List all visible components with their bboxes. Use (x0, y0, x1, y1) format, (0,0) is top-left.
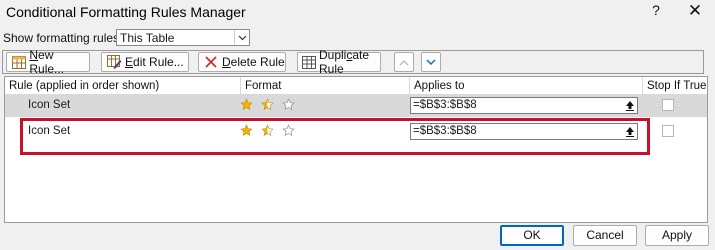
stop-if-true-checkbox[interactable] (662, 125, 674, 137)
highlight-annotation-box (20, 118, 650, 155)
new-rule-button[interactable]: New Rule... (6, 48, 90, 76)
move-rule-up-button[interactable] (394, 52, 414, 72)
duplicate-rule-icon (302, 54, 316, 70)
applies-to-input[interactable]: =$B$3:$B$8 (410, 97, 638, 114)
edit-rule-label: Edit Rule... (125, 55, 184, 69)
delete-rule-button[interactable]: Delete Rule (198, 52, 286, 72)
ok-button[interactable]: OK (500, 225, 564, 246)
duplicate-rule-button[interactable]: Duplicate Rule (297, 48, 381, 76)
column-header-format: Format (241, 77, 410, 95)
table-row[interactable]: Icon Set =$B$3:$B$8 (5, 95, 707, 117)
show-rules-for-value: This Table (120, 31, 175, 45)
cancel-button[interactable]: Cancel (573, 225, 637, 246)
rules-grid: Rule (applied in order shown) Format App… (4, 76, 708, 223)
column-header-applies-to: Applies to (410, 77, 643, 95)
title-bar: Conditional Formatting Rules Manager ? ✕ (0, 0, 715, 24)
edit-rule-icon (106, 54, 122, 70)
column-header-rule: Rule (applied in order shown) (5, 77, 241, 95)
star-icon (261, 98, 274, 110)
chevron-up-icon (399, 55, 409, 69)
star-icon (240, 98, 253, 110)
duplicate-rule-label: Duplicate Rule (319, 48, 370, 76)
move-rule-down-button[interactable] (421, 52, 441, 72)
rules-grid-header: Rule (applied in order shown) Format App… (5, 77, 707, 95)
format-preview (240, 98, 295, 111)
rule-name: Icon Set (28, 99, 71, 111)
delete-rule-label: Delete Rule (222, 55, 285, 69)
star-icon (282, 98, 295, 111)
show-rules-for-select[interactable]: This Table (116, 29, 250, 46)
apply-button[interactable]: Apply (645, 225, 709, 246)
applies-to-value: =$B$3:$B$8 (413, 99, 477, 111)
new-rule-icon (11, 54, 26, 70)
help-icon[interactable]: ? (649, 2, 663, 20)
edit-rule-button[interactable]: Edit Rule... (101, 52, 189, 72)
dialog-title: Conditional Formatting Rules Manager (6, 4, 246, 20)
close-icon[interactable]: ✕ (686, 1, 704, 21)
collapse-dialog-icon[interactable] (623, 99, 636, 112)
stop-if-true-checkbox[interactable] (662, 99, 674, 111)
chevron-down-icon[interactable] (234, 30, 249, 45)
column-header-stop-if-true: Stop If True (647, 80, 707, 92)
chevron-down-icon (426, 55, 436, 69)
delete-x-icon (203, 54, 219, 70)
new-rule-label: New Rule... (29, 48, 65, 76)
